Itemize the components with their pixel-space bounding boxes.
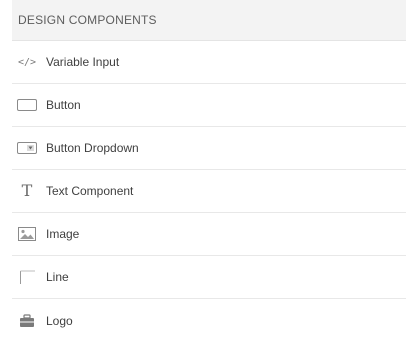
text-icon: T <box>21 181 33 200</box>
code-icon: </> <box>17 56 37 68</box>
image-icon <box>17 226 37 242</box>
component-item-button[interactable]: Button <box>12 84 406 127</box>
component-list: </> Variable Input Button Button Dropdow… <box>12 41 406 341</box>
component-label: Variable Input <box>46 55 120 69</box>
component-label: Image <box>46 227 80 241</box>
component-label: Button Dropdown <box>46 141 139 155</box>
panel-header: DESIGN COMPONENTS <box>12 0 406 41</box>
component-item-image[interactable]: Image <box>12 213 406 256</box>
component-label: Line <box>46 270 69 284</box>
design-components-panel: DESIGN COMPONENTS </> Variable Input But… <box>0 0 406 341</box>
component-item-button-dropdown[interactable]: Button Dropdown <box>12 127 406 170</box>
panel-title: DESIGN COMPONENTS <box>18 13 157 27</box>
logo-icon <box>17 313 37 329</box>
component-label: Logo <box>46 313 73 328</box>
button-dropdown-icon <box>17 140 37 156</box>
component-item-logo[interactable]: Logo <box>12 299 406 341</box>
button-icon <box>17 97 37 113</box>
line-icon <box>17 269 37 285</box>
component-item-variable-input[interactable]: </> Variable Input <box>12 41 406 84</box>
component-label: Text Component <box>46 184 134 198</box>
component-item-text-component[interactable]: T Text Component <box>12 170 406 213</box>
component-label: Button <box>46 98 81 112</box>
component-item-line[interactable]: Line <box>12 256 406 299</box>
